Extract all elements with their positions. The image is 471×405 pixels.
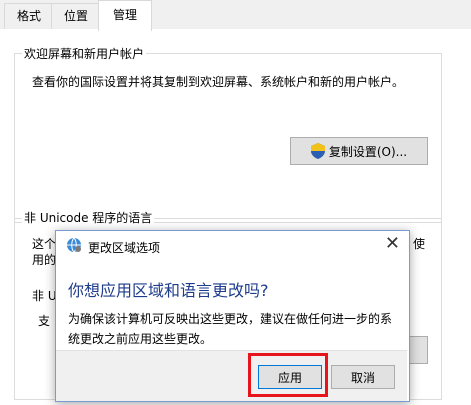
tab-strip: 格式 位置 管理 xyxy=(0,0,471,31)
copy-settings-button[interactable]: 复制设置(O)... xyxy=(290,137,428,165)
non-unicode-text-fragment: 支 xyxy=(38,314,51,328)
change-region-dialog: 更改区域选项 ✕ 你想应用区域和语言更改吗? 为确保该计算机可反映出这些更改，建… xyxy=(55,230,410,402)
close-icon[interactable]: ✕ xyxy=(385,233,400,254)
non-unicode-group-title: 非 Unicode 程序的语言 xyxy=(22,209,155,226)
non-unicode-text-fragment: 使 xyxy=(413,237,426,251)
change-locale-button[interactable] xyxy=(408,336,428,364)
uac-shield-icon xyxy=(310,143,325,159)
tab-location[interactable]: 位置 xyxy=(51,3,101,29)
welcome-description: 查看你的国际设置并将其复制到欢迎屏幕、系统帐户和新的用户帐户。 xyxy=(32,75,405,89)
welcome-group-title: 欢迎屏幕和新用户帐户 xyxy=(22,45,147,62)
non-unicode-text-fragment: 这个 xyxy=(32,237,57,251)
cancel-button[interactable]: 取消 xyxy=(331,365,395,389)
tab-administrative[interactable]: 管理 xyxy=(98,0,152,31)
dialog-message: 为确保该计算机可反映出这些更改，建议在做任何进一步的系统更改之前应用这些更改。 xyxy=(68,312,393,346)
copy-settings-label: 复制设置(O)... xyxy=(328,144,408,159)
dialog-footer: 应用 取消 xyxy=(56,350,407,401)
dialog-title: 更改区域选项 xyxy=(88,241,161,255)
non-unicode-text-fragment: 用的 xyxy=(32,253,57,267)
apply-button[interactable]: 应用 xyxy=(258,365,322,389)
globe-settings-icon xyxy=(66,237,82,253)
tab-format[interactable]: 格式 xyxy=(4,3,54,29)
non-unicode-text-fragment: 非 U xyxy=(32,289,57,303)
dialog-heading: 你想应用区域和语言更改吗? xyxy=(68,281,269,300)
